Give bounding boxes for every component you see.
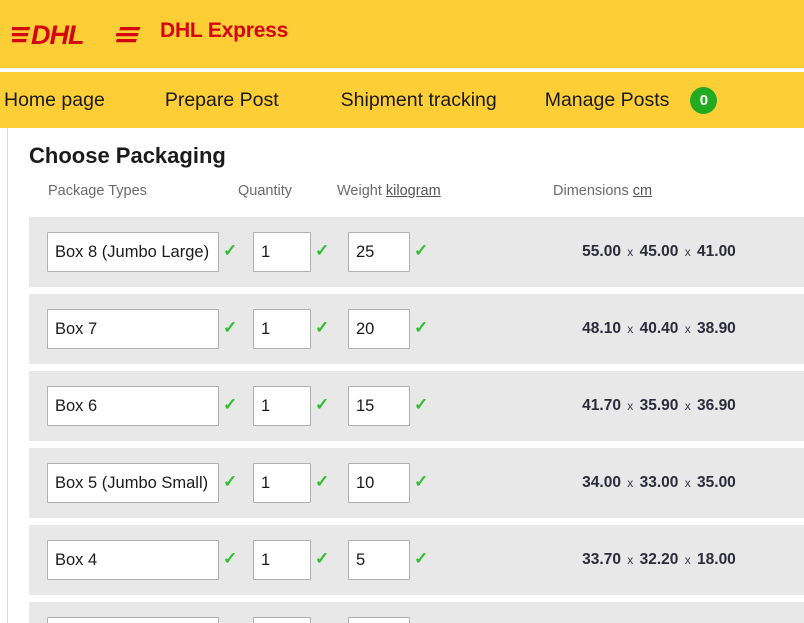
dimension-width: 33.00 — [639, 474, 679, 491]
dimension-width: 40.40 — [639, 320, 679, 337]
dimension-length: 48.10 — [582, 320, 621, 337]
brand-header: DHL DHL Express — [0, 0, 804, 68]
dimension-separator: x — [684, 553, 691, 567]
dimensions-value: 48.10 x 40.40 x 38.90 — [534, 320, 784, 338]
table-row: Box 7 ✓ 1 ✓ 20 ✓ 48.10 x 40.40 x 38.90 — [29, 294, 804, 364]
quantity-input[interactable]: 1 — [253, 463, 311, 503]
page-content: Choose Packaging Package Types Quantity … — [7, 128, 804, 623]
brand-title: DHL Express — [160, 19, 289, 42]
dimension-height: 41.00 — [697, 243, 736, 260]
nav-item-manage-posts[interactable]: Manage Posts — [535, 89, 680, 112]
weight-input[interactable]: 5 — [348, 540, 410, 580]
dimension-length: 34.00 — [582, 474, 621, 491]
package-type-input[interactable]: Box 5 (Jumbo Small) — [47, 463, 219, 503]
quantity-input[interactable]: 1 — [253, 232, 311, 272]
check-icon: ✓ — [223, 317, 238, 337]
column-header-dimensions-label: Dimensions — [553, 183, 629, 199]
check-icon: ✓ — [223, 471, 238, 491]
dimensions-value: 55.00 x 45.00 x 41.00 — [534, 243, 784, 261]
package-type-input[interactable]: Box 6 — [47, 386, 219, 426]
weight-input[interactable]: 2 — [348, 617, 410, 623]
dimension-height: 36.90 — [697, 397, 736, 414]
weight-input[interactable]: 10 — [348, 463, 410, 503]
page-title: Choose Packaging — [29, 143, 226, 168]
check-icon: ✓ — [315, 240, 330, 260]
column-header-dimensions: Dimensions cm — [553, 183, 652, 199]
package-type-input[interactable]: Box 3 — [47, 617, 219, 623]
column-header-weight-label: Weight — [337, 183, 382, 199]
dimension-separator: x — [684, 322, 691, 336]
dimension-separator: x — [627, 476, 634, 490]
dimension-height: 35.00 — [697, 474, 736, 491]
package-type-input[interactable]: Box 8 (Jumbo Large) — [47, 232, 219, 272]
dimension-length: 41.70 — [582, 397, 621, 414]
table-row: Box 3 ✓ 1 ✓ 2 ✓ 33.70 x 32.20 x 10.00 — [29, 602, 804, 623]
dimension-length: 33.70 — [582, 551, 621, 568]
check-icon: ✓ — [315, 394, 330, 414]
weight-unit-link[interactable]: kilogram — [386, 183, 441, 199]
svg-text:DHL: DHL — [31, 20, 84, 50]
nav-item-prepare-post[interactable]: Prepare Post — [155, 89, 289, 112]
dimensions-value: 33.70 x 32.20 x 18.00 — [534, 551, 784, 569]
weight-input[interactable]: 25 — [348, 232, 410, 272]
dimension-separator: x — [627, 553, 634, 567]
dimension-width: 45.00 — [639, 243, 679, 260]
check-icon: ✓ — [223, 548, 238, 568]
table-column-headers: Package Types Quantity Weight kilogram D… — [8, 183, 804, 217]
check-icon: ✓ — [414, 471, 429, 491]
manage-posts-count-badge[interactable]: 0 — [690, 86, 718, 114]
dimensions-unit-link[interactable]: cm — [633, 183, 652, 199]
dimension-height: 38.90 — [697, 320, 736, 337]
dimension-length: 55.00 — [582, 243, 621, 260]
dimension-separator: x — [627, 399, 634, 413]
column-header-quantity: Quantity — [238, 183, 292, 199]
nav-item-home-page[interactable]: Home page — [0, 89, 115, 112]
quantity-input[interactable]: 1 — [253, 540, 311, 580]
check-icon: ✓ — [315, 471, 330, 491]
dimension-separator: x — [627, 245, 634, 259]
quantity-input[interactable]: 1 — [253, 309, 311, 349]
dimension-width: 35.90 — [639, 397, 679, 414]
table-row: Box 4 ✓ 1 ✓ 5 ✓ 33.70 x 32.20 x 18.00 — [29, 525, 804, 595]
dimension-separator: x — [684, 476, 691, 490]
table-row: Box 5 (Jumbo Small) ✓ 1 ✓ 10 ✓ 34.00 x 3… — [29, 448, 804, 518]
weight-input[interactable]: 15 — [348, 386, 410, 426]
quantity-input[interactable]: 1 — [253, 617, 311, 623]
column-header-weight: Weight kilogram — [337, 183, 441, 199]
table-row: Box 6 ✓ 1 ✓ 15 ✓ 41.70 x 35.90 x 36.90 — [29, 371, 804, 441]
dimension-height: 18.00 — [697, 551, 736, 568]
check-icon: ✓ — [315, 317, 330, 337]
check-icon: ✓ — [414, 317, 429, 337]
check-icon: ✓ — [223, 240, 238, 260]
check-icon: ✓ — [315, 548, 330, 568]
dimensions-value: 34.00 x 33.00 x 35.00 — [534, 474, 784, 492]
dhl-logo-icon[interactable]: DHL — [3, 14, 144, 54]
main-navigation: Home page Prepare Post Shipment tracking… — [0, 72, 804, 128]
package-type-input[interactable]: Box 4 — [47, 540, 219, 580]
nav-item-shipment-tracking[interactable]: Shipment tracking — [331, 89, 507, 112]
check-icon: ✓ — [414, 548, 429, 568]
packaging-table: Box 8 (Jumbo Large) ✓ 1 ✓ 25 ✓ 55.00 x 4… — [8, 217, 804, 623]
weight-input[interactable]: 20 — [348, 309, 410, 349]
column-header-package-types: Package Types — [48, 183, 147, 199]
table-row: Box 8 (Jumbo Large) ✓ 1 ✓ 25 ✓ 55.00 x 4… — [29, 217, 804, 287]
dimension-width: 32.20 — [639, 551, 679, 568]
dimensions-value: 41.70 x 35.90 x 36.90 — [534, 397, 784, 415]
check-icon: ✓ — [414, 394, 429, 414]
check-icon: ✓ — [223, 394, 238, 414]
package-type-input[interactable]: Box 7 — [47, 309, 219, 349]
dimension-separator: x — [684, 245, 691, 259]
quantity-input[interactable]: 1 — [253, 386, 311, 426]
check-icon: ✓ — [414, 240, 429, 260]
dimension-separator: x — [684, 399, 691, 413]
dimension-separator: x — [627, 322, 634, 336]
